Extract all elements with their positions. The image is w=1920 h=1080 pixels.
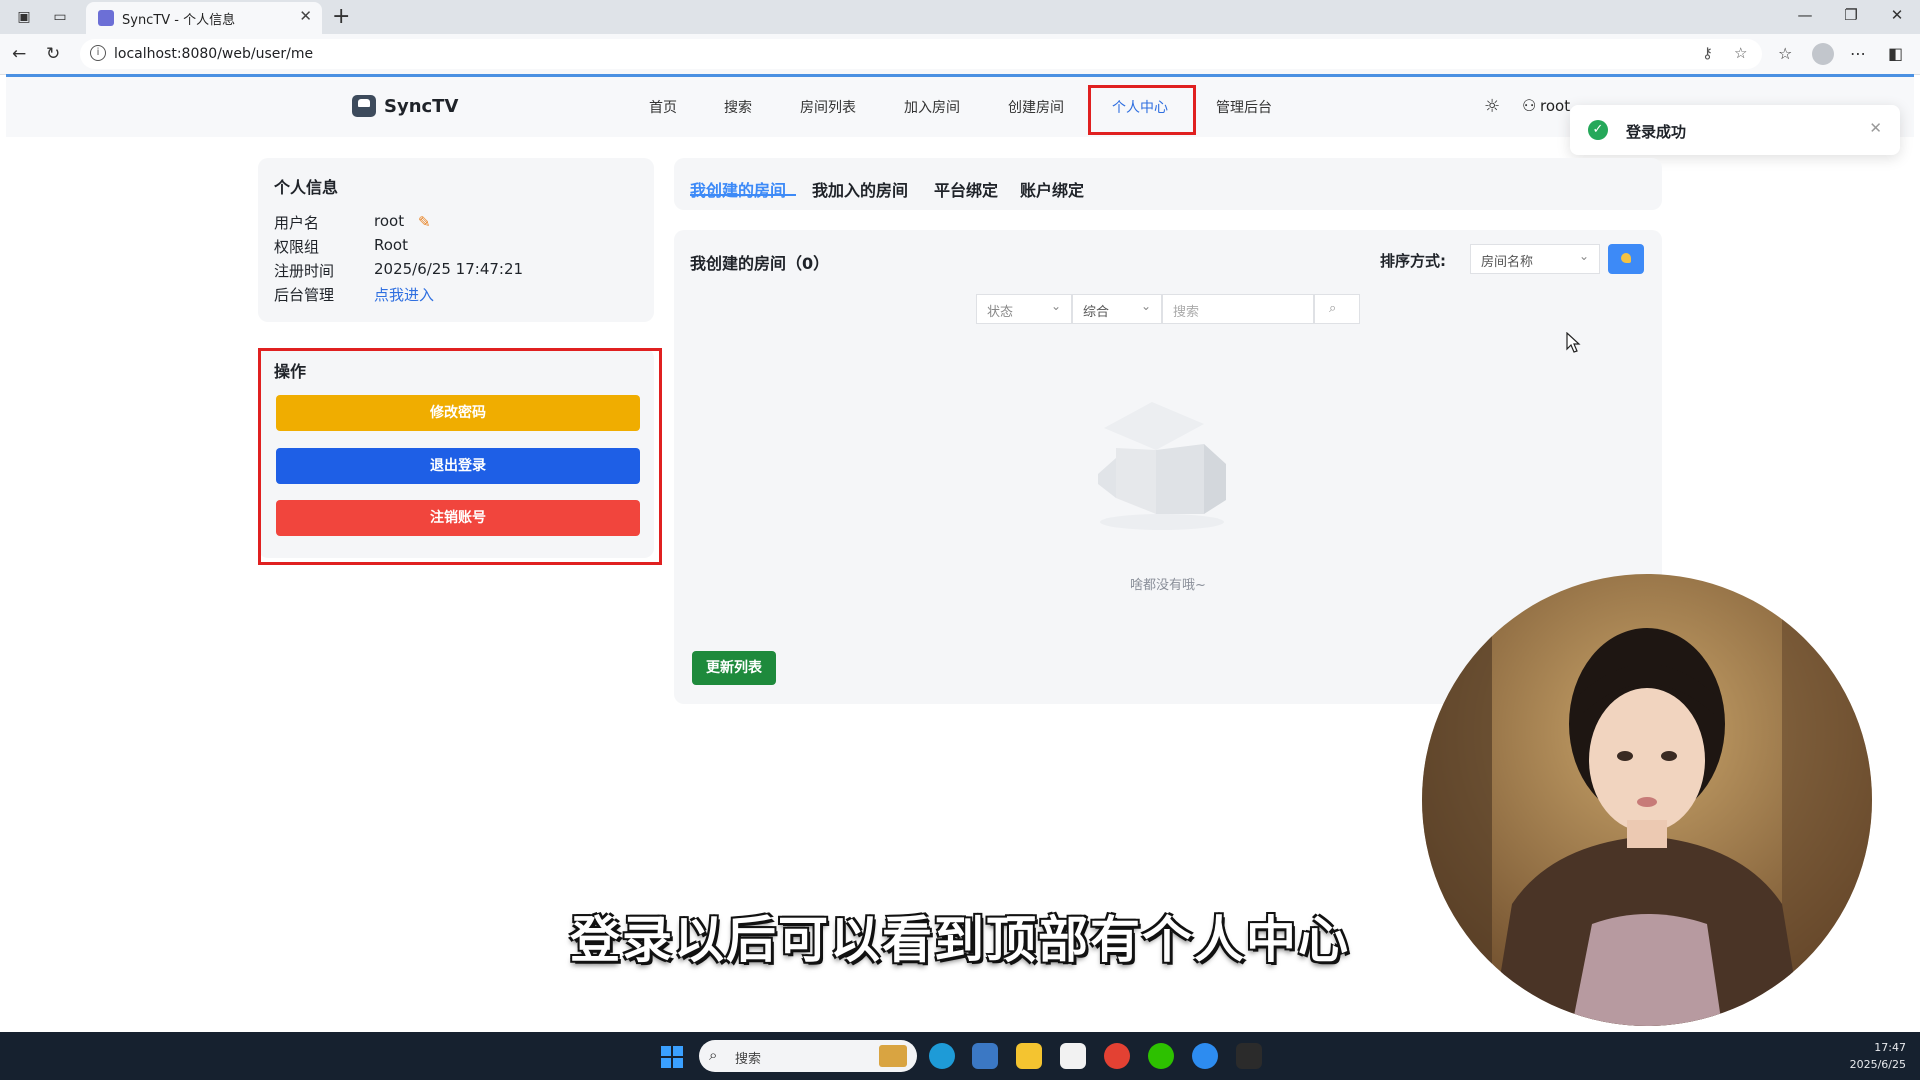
synctv-favicon-icon [98, 10, 114, 26]
url-text: localhost:8080/web/user/me [114, 46, 314, 62]
nav-create-room[interactable]: 创建房间 [1008, 97, 1064, 117]
chevron-down-icon: ⌄ [1578, 249, 1589, 263]
room-search-button[interactable]: ⌕ [1314, 294, 1360, 324]
tab-actions-icon[interactable]: ▭ [50, 7, 70, 27]
taskbar-time: 17:47 [1874, 1041, 1906, 1054]
profile-avatar-icon[interactable] [1812, 43, 1834, 65]
taskbar-search-label: 搜索 [735, 1052, 762, 1067]
search-highlight-icon [879, 1045, 907, 1067]
taskbar-clock[interactable]: 17:47 2025/6/25 [1850, 1039, 1906, 1073]
empty-text: 啥都没有哦~ [1130, 578, 1206, 593]
info-value-username: root [374, 212, 405, 230]
current-user[interactable]: root [1540, 97, 1570, 115]
active-tab-underline [690, 194, 796, 196]
room-search-placeholder: 搜索 [1173, 305, 1200, 320]
close-icon[interactable]: ✕ [299, 7, 312, 25]
sort-order-button[interactable] [1608, 244, 1644, 274]
status-filter-select[interactable]: 状态 ⌄ [976, 294, 1072, 324]
file-explorer-icon[interactable] [1016, 1043, 1042, 1069]
favorite-star-icon[interactable]: ☆ [1734, 44, 1747, 62]
search-icon: ⌕ [1329, 301, 1337, 316]
windows-taskbar: ⌕ 搜索 17:47 2025/6/25 [0, 1032, 1920, 1080]
site-info-icon[interactable]: i [90, 45, 106, 61]
sort-select[interactable]: 房间名称 ⌄ [1470, 244, 1600, 274]
chrome-browser-icon[interactable] [1104, 1043, 1130, 1069]
wechat-app-icon[interactable] [1148, 1043, 1174, 1069]
taskbar-date: 2025/6/25 [1849, 1058, 1906, 1071]
typora-app-icon[interactable] [1060, 1043, 1086, 1069]
nav-home[interactable]: 首页 [649, 97, 677, 117]
window-close-icon[interactable]: ✕ [1882, 6, 1912, 24]
new-tab-icon[interactable]: + [332, 4, 350, 29]
info-label-role: 权限组 [274, 238, 320, 256]
status-filter-value: 状态 [987, 305, 1014, 320]
info-label-register-time: 注册时间 [274, 262, 335, 280]
info-value-register-time: 2025/6/25 17:47:21 [374, 260, 524, 278]
edge-browser-icon[interactable] [929, 1043, 955, 1069]
type-filter-select[interactable]: 综合 ⌄ [1072, 294, 1162, 324]
empty-box-illustration-icon [1098, 402, 1226, 530]
browser-tab-bar: ▣ ▭ SyncTV - 个人信息 ✕ + — ❐ ✕ [0, 0, 1920, 34]
video-subtitle: 登录以后可以看到顶部有个人中心 [570, 911, 1350, 969]
highlight-box-operations [258, 348, 662, 565]
photos-app-icon[interactable] [972, 1043, 998, 1069]
windows-start-icon[interactable] [661, 1046, 683, 1068]
workspaces-icon[interactable]: ▣ [14, 7, 34, 27]
url-field[interactable]: i localhost:8080/web/user/me ⚷ ☆ [80, 39, 1762, 69]
chevron-down-icon: ⌄ [1050, 299, 1061, 313]
sort-label: 排序方式: [1380, 252, 1446, 270]
highlight-box-profile-nav [1088, 85, 1196, 135]
nav-room-list[interactable]: 房间列表 [800, 97, 856, 117]
rooms-panel-title: 我创建的房间（0） [690, 254, 830, 273]
synctv-logo-icon[interactable] [352, 95, 376, 117]
login-success-toast: ✓ 登录成功 ✕ [1570, 105, 1900, 155]
chevron-down-icon: ⌄ [1140, 299, 1151, 313]
profile-card: 个人信息 用户名 root 权限组 Root 注册时间 2025/6/25 17… [258, 158, 654, 322]
browser-tab-active[interactable]: SyncTV - 个人信息 ✕ [86, 2, 322, 34]
tab-title: SyncTV - 个人信息 [122, 13, 236, 28]
pencil-icon[interactable]: ✎ [418, 213, 431, 231]
back-icon[interactable]: ← [12, 44, 26, 64]
app-logo[interactable]: SyncTV [384, 96, 458, 117]
theme-sun-icon[interactable]: ☼ [1484, 96, 1500, 117]
nav-search[interactable]: 搜索 [724, 97, 752, 117]
info-value-role: Root [374, 236, 408, 254]
address-bar: ← ↻ i localhost:8080/web/user/me ⚷ ☆ ☆ ⋯… [0, 34, 1920, 75]
tab-my-created-rooms[interactable]: 我创建的房间 [690, 177, 786, 201]
toast-message: 登录成功 [1626, 123, 1687, 141]
terminal-app-icon[interactable] [1236, 1043, 1262, 1069]
info-label-username: 用户名 [274, 214, 320, 232]
type-filter-value: 综合 [1083, 305, 1110, 320]
nav-join-room[interactable]: 加入房间 [904, 97, 960, 117]
sort-select-value: 房间名称 [1481, 255, 1534, 270]
favorites-icon[interactable]: ☆ [1778, 44, 1792, 63]
info-label-admin: 后台管理 [274, 286, 335, 304]
close-icon[interactable]: ✕ [1869, 119, 1882, 137]
minimize-icon[interactable]: — [1790, 6, 1820, 24]
search-icon: ⌕ [709, 1046, 718, 1064]
room-search-input[interactable]: 搜索 [1162, 294, 1314, 324]
check-circle-icon: ✓ [1588, 120, 1608, 140]
tab-account-binding[interactable]: 账户绑定 [1020, 177, 1084, 201]
taskbar-search[interactable]: ⌕ 搜索 [699, 1040, 917, 1072]
messaging-app-icon[interactable] [1192, 1043, 1218, 1069]
profile-title: 个人信息 [274, 178, 339, 197]
refresh-list-button[interactable]: 更新列表 [692, 651, 776, 685]
admin-enter-link[interactable]: 点我进入 [374, 284, 434, 305]
tab-my-joined-rooms[interactable]: 我加入的房间 [812, 177, 908, 201]
password-key-icon[interactable]: ⚷ [1702, 44, 1713, 62]
more-icon[interactable]: ⋯ [1850, 44, 1866, 63]
nav-admin[interactable]: 管理后台 [1216, 97, 1272, 117]
user-icon[interactable]: ⚇ [1522, 96, 1536, 115]
sidebar-toggle-icon[interactable]: ◧ [1888, 44, 1903, 63]
restore-icon[interactable]: ❐ [1836, 6, 1866, 24]
reload-icon[interactable]: ↻ [46, 44, 60, 64]
mouse-cursor-icon [1566, 332, 1581, 353]
room-tabs-card: 我创建的房间 我加入的房间 平台绑定 账户绑定 [674, 158, 1662, 210]
tab-platform-binding[interactable]: 平台绑定 [934, 177, 998, 201]
